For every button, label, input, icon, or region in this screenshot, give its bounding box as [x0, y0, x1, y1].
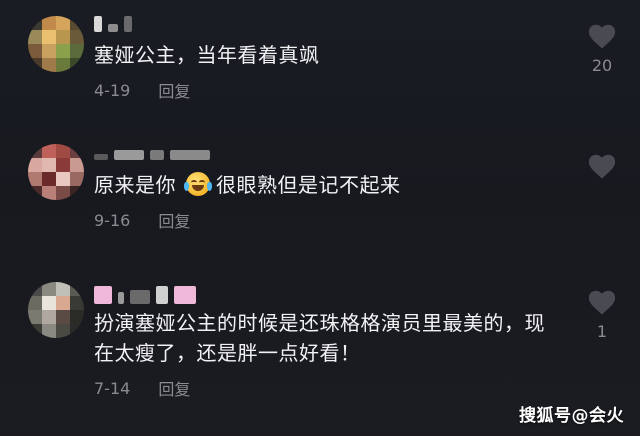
comment-meta: 9-16 回复 [94, 208, 190, 232]
reply-button[interactable]: 回复 [158, 208, 190, 232]
avatar[interactable] [28, 144, 84, 200]
username[interactable] [94, 284, 196, 304]
comment-item: 塞娅公主，当年看着真飒 4-19 回复 20 [0, 0, 640, 120]
comment-meta: 4-19 回复 [94, 78, 190, 102]
like-count: 20 [591, 56, 613, 75]
like-button[interactable]: 20 [584, 22, 620, 75]
username[interactable] [94, 140, 210, 160]
comment-item: 扮演塞娅公主的时候是还珠格格演员里最美的，现在太瘦了，还是胖一点好看！ 7-14… [0, 270, 640, 420]
like-button[interactable]: 1 [584, 288, 620, 341]
username[interactable] [94, 12, 132, 32]
like-count: 1 [596, 322, 608, 341]
avatar[interactable] [28, 282, 84, 338]
comment-text: 扮演塞娅公主的时候是还珠格格演员里最美的，现在太瘦了，还是胖一点好看！ [94, 311, 545, 365]
comment-item: 原来是你 很眼熟但是记不起来 9-16 回复 [0, 130, 640, 250]
comment-date: 7-14 [94, 378, 131, 398]
comment-meta: 7-14 回复 [94, 376, 190, 400]
comment-date: 4-19 [94, 80, 131, 100]
like-button[interactable] [584, 152, 620, 180]
reply-button[interactable]: 回复 [158, 78, 190, 102]
comment-list: 塞娅公主，当年看着真飒 4-19 回复 20 原来是你 很眼熟但是记不起来 9-… [0, 0, 640, 436]
comment-text-part: 原来是你 [94, 173, 176, 197]
comment-text: 原来是你 很眼熟但是记不起来 [94, 170, 584, 200]
reply-button[interactable]: 回复 [158, 376, 190, 400]
watermark: 搜狐号@会火 [519, 406, 624, 426]
comment-text: 塞娅公主，当年看着真飒 [94, 43, 320, 67]
heart-icon[interactable] [587, 152, 617, 180]
heart-icon[interactable] [587, 22, 617, 50]
comment-text-part: 很眼熟但是记不起来 [216, 173, 401, 197]
comment-date: 9-16 [94, 210, 131, 230]
heart-icon[interactable] [587, 288, 617, 316]
laugh-cry-emoji-icon [184, 172, 212, 196]
avatar[interactable] [28, 16, 84, 72]
